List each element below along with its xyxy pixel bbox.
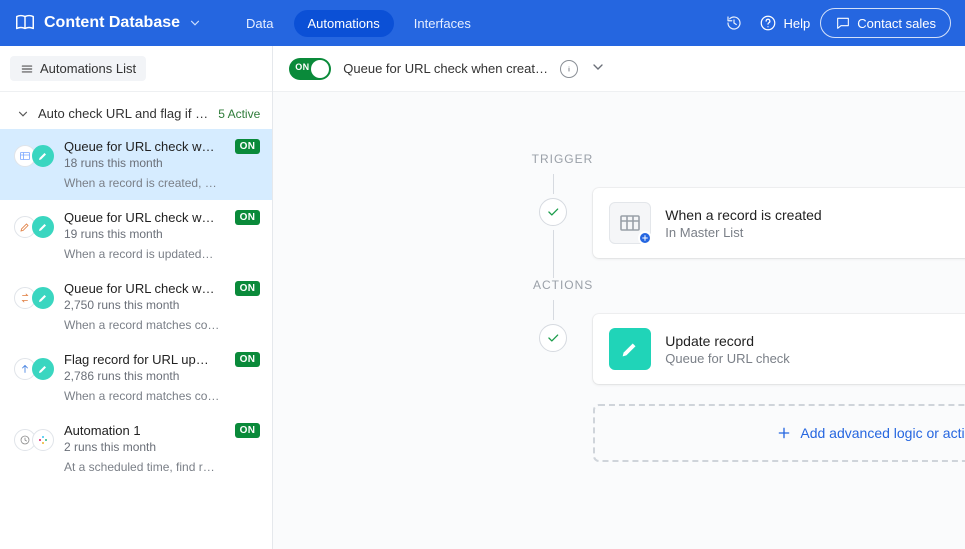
info-icon xyxy=(564,64,574,74)
help-label: Help xyxy=(783,16,810,31)
action-subtitle: Queue for URL check xyxy=(665,351,790,366)
automation-detail-header: ON Queue for URL check when creat… xyxy=(273,46,965,92)
main-panel: ON Queue for URL check when creat… TRIGG… xyxy=(273,46,965,549)
automation-runs: 18 runs this month xyxy=(64,156,260,170)
actions-section-label: ACTIONS xyxy=(513,278,593,292)
pencil-icon xyxy=(37,363,49,375)
trigger-subtitle: In Master List xyxy=(665,225,821,240)
check-icon xyxy=(546,205,560,219)
automation-item[interactable]: Automation 1 ON 2 runs this month At a s… xyxy=(0,413,272,484)
automations-list-menu[interactable]: Automations List xyxy=(10,56,146,81)
automation-enabled-toggle[interactable]: ON xyxy=(289,58,331,80)
status-badge: ON xyxy=(235,352,261,367)
plus-icon xyxy=(776,425,792,441)
automation-item-icons xyxy=(14,139,54,167)
automation-runs: 19 runs this month xyxy=(64,227,260,241)
add-step-button[interactable]: Add advanced logic or action xyxy=(593,404,965,462)
plus-icon xyxy=(641,234,649,242)
automation-detail-title: Queue for URL check when creat… xyxy=(343,61,548,76)
automations-list-label: Automations List xyxy=(40,61,136,76)
automation-item[interactable]: Queue for URL check w… ON 2,750 runs thi… xyxy=(0,271,272,342)
automation-name: Queue for URL check w… xyxy=(64,210,227,225)
automation-runs: 2,750 runs this month xyxy=(64,298,260,312)
slack-icon xyxy=(37,434,49,446)
automation-item-icons xyxy=(14,352,54,380)
automation-description-button[interactable] xyxy=(560,60,578,78)
update-record-icon xyxy=(609,328,651,370)
automation-runs: 2 runs this month xyxy=(64,440,260,454)
automation-desc: When a record matches co… xyxy=(64,318,260,332)
automation-desc: When a record is created, … xyxy=(64,176,260,190)
record-created-icon xyxy=(609,202,651,244)
tab-automations[interactable]: Automations xyxy=(294,10,394,37)
pencil-icon xyxy=(37,221,49,233)
top-bar: Content Database Data Automations Interf… xyxy=(0,0,965,46)
step-status-check xyxy=(539,324,567,352)
automation-detail-menu[interactable] xyxy=(590,59,606,78)
automation-desc: At a scheduled time, find r… xyxy=(64,460,260,474)
automation-runs: 2,786 runs this month xyxy=(64,369,260,383)
automation-item[interactable]: Queue for URL check w… ON 18 runs this m… xyxy=(0,129,272,200)
pencil-icon xyxy=(37,292,49,304)
pencil-icon xyxy=(37,150,49,162)
chevron-down-icon xyxy=(16,107,30,121)
automation-item-icons xyxy=(14,210,54,238)
add-step-label: Add advanced logic or action xyxy=(800,425,965,441)
automation-name: Queue for URL check w… xyxy=(64,281,227,296)
toggle-knob xyxy=(311,60,329,78)
trigger-section-label: TRIGGER xyxy=(513,152,593,166)
group-active-count: 5 Active xyxy=(218,107,260,121)
help-icon xyxy=(759,14,777,32)
status-badge: ON xyxy=(235,139,261,154)
nav-tabs: Data Automations Interfaces xyxy=(232,10,485,37)
chat-icon xyxy=(835,15,851,31)
automation-name: Queue for URL check w… xyxy=(64,139,227,154)
tab-interfaces[interactable]: Interfaces xyxy=(400,10,485,37)
action-card[interactable]: Update record Queue for URL check xyxy=(593,314,965,384)
status-badge: ON xyxy=(235,281,261,296)
contact-sales-button[interactable]: Contact sales xyxy=(820,8,951,38)
base-switcher[interactable]: Content Database xyxy=(14,12,202,34)
toggle-label: ON xyxy=(295,62,309,72)
status-badge: ON xyxy=(235,210,261,225)
contact-sales-label: Contact sales xyxy=(857,16,936,31)
chevron-down-icon xyxy=(590,59,606,75)
menu-icon xyxy=(20,62,34,76)
automation-item[interactable]: Queue for URL check w… ON 19 runs this m… xyxy=(0,200,272,271)
trigger-title: When a record is created xyxy=(665,207,821,223)
swap-icon xyxy=(19,292,31,304)
history-icon xyxy=(725,14,743,32)
help-button[interactable]: Help xyxy=(759,14,810,32)
check-icon xyxy=(546,331,560,345)
clock-icon xyxy=(19,434,31,446)
sidebar-header: Automations List xyxy=(0,46,272,92)
history-button[interactable] xyxy=(719,8,749,38)
automation-desc: When a record is updated… xyxy=(64,247,260,261)
status-badge: ON xyxy=(235,423,261,438)
automation-item-icons xyxy=(14,423,54,451)
chevron-down-icon xyxy=(188,16,202,30)
step-status-check xyxy=(539,198,567,226)
automation-group-header[interactable]: Auto check URL and flag if re… 5 Active xyxy=(0,92,272,129)
sidebar: Automations List Auto check URL and flag… xyxy=(0,46,273,549)
book-icon xyxy=(14,12,36,34)
pencil-outline-icon xyxy=(19,221,31,233)
automation-name: Flag record for URL up… xyxy=(64,352,227,367)
automation-desc: When a record matches co… xyxy=(64,389,260,403)
automation-canvas: TRIGGER xyxy=(273,92,965,549)
automation-name: Automation 1 xyxy=(64,423,227,438)
automation-item[interactable]: Flag record for URL up… ON 2,786 runs th… xyxy=(0,342,272,413)
action-title: Update record xyxy=(665,333,790,349)
group-title: Auto check URL and flag if re… xyxy=(38,106,210,121)
automation-item-icons xyxy=(14,281,54,309)
arrow-up-icon xyxy=(19,363,31,375)
tab-data[interactable]: Data xyxy=(232,10,287,37)
trigger-card[interactable]: When a record is created In Master List xyxy=(593,188,965,258)
app-title: Content Database xyxy=(44,14,180,32)
grid-icon xyxy=(19,150,31,162)
